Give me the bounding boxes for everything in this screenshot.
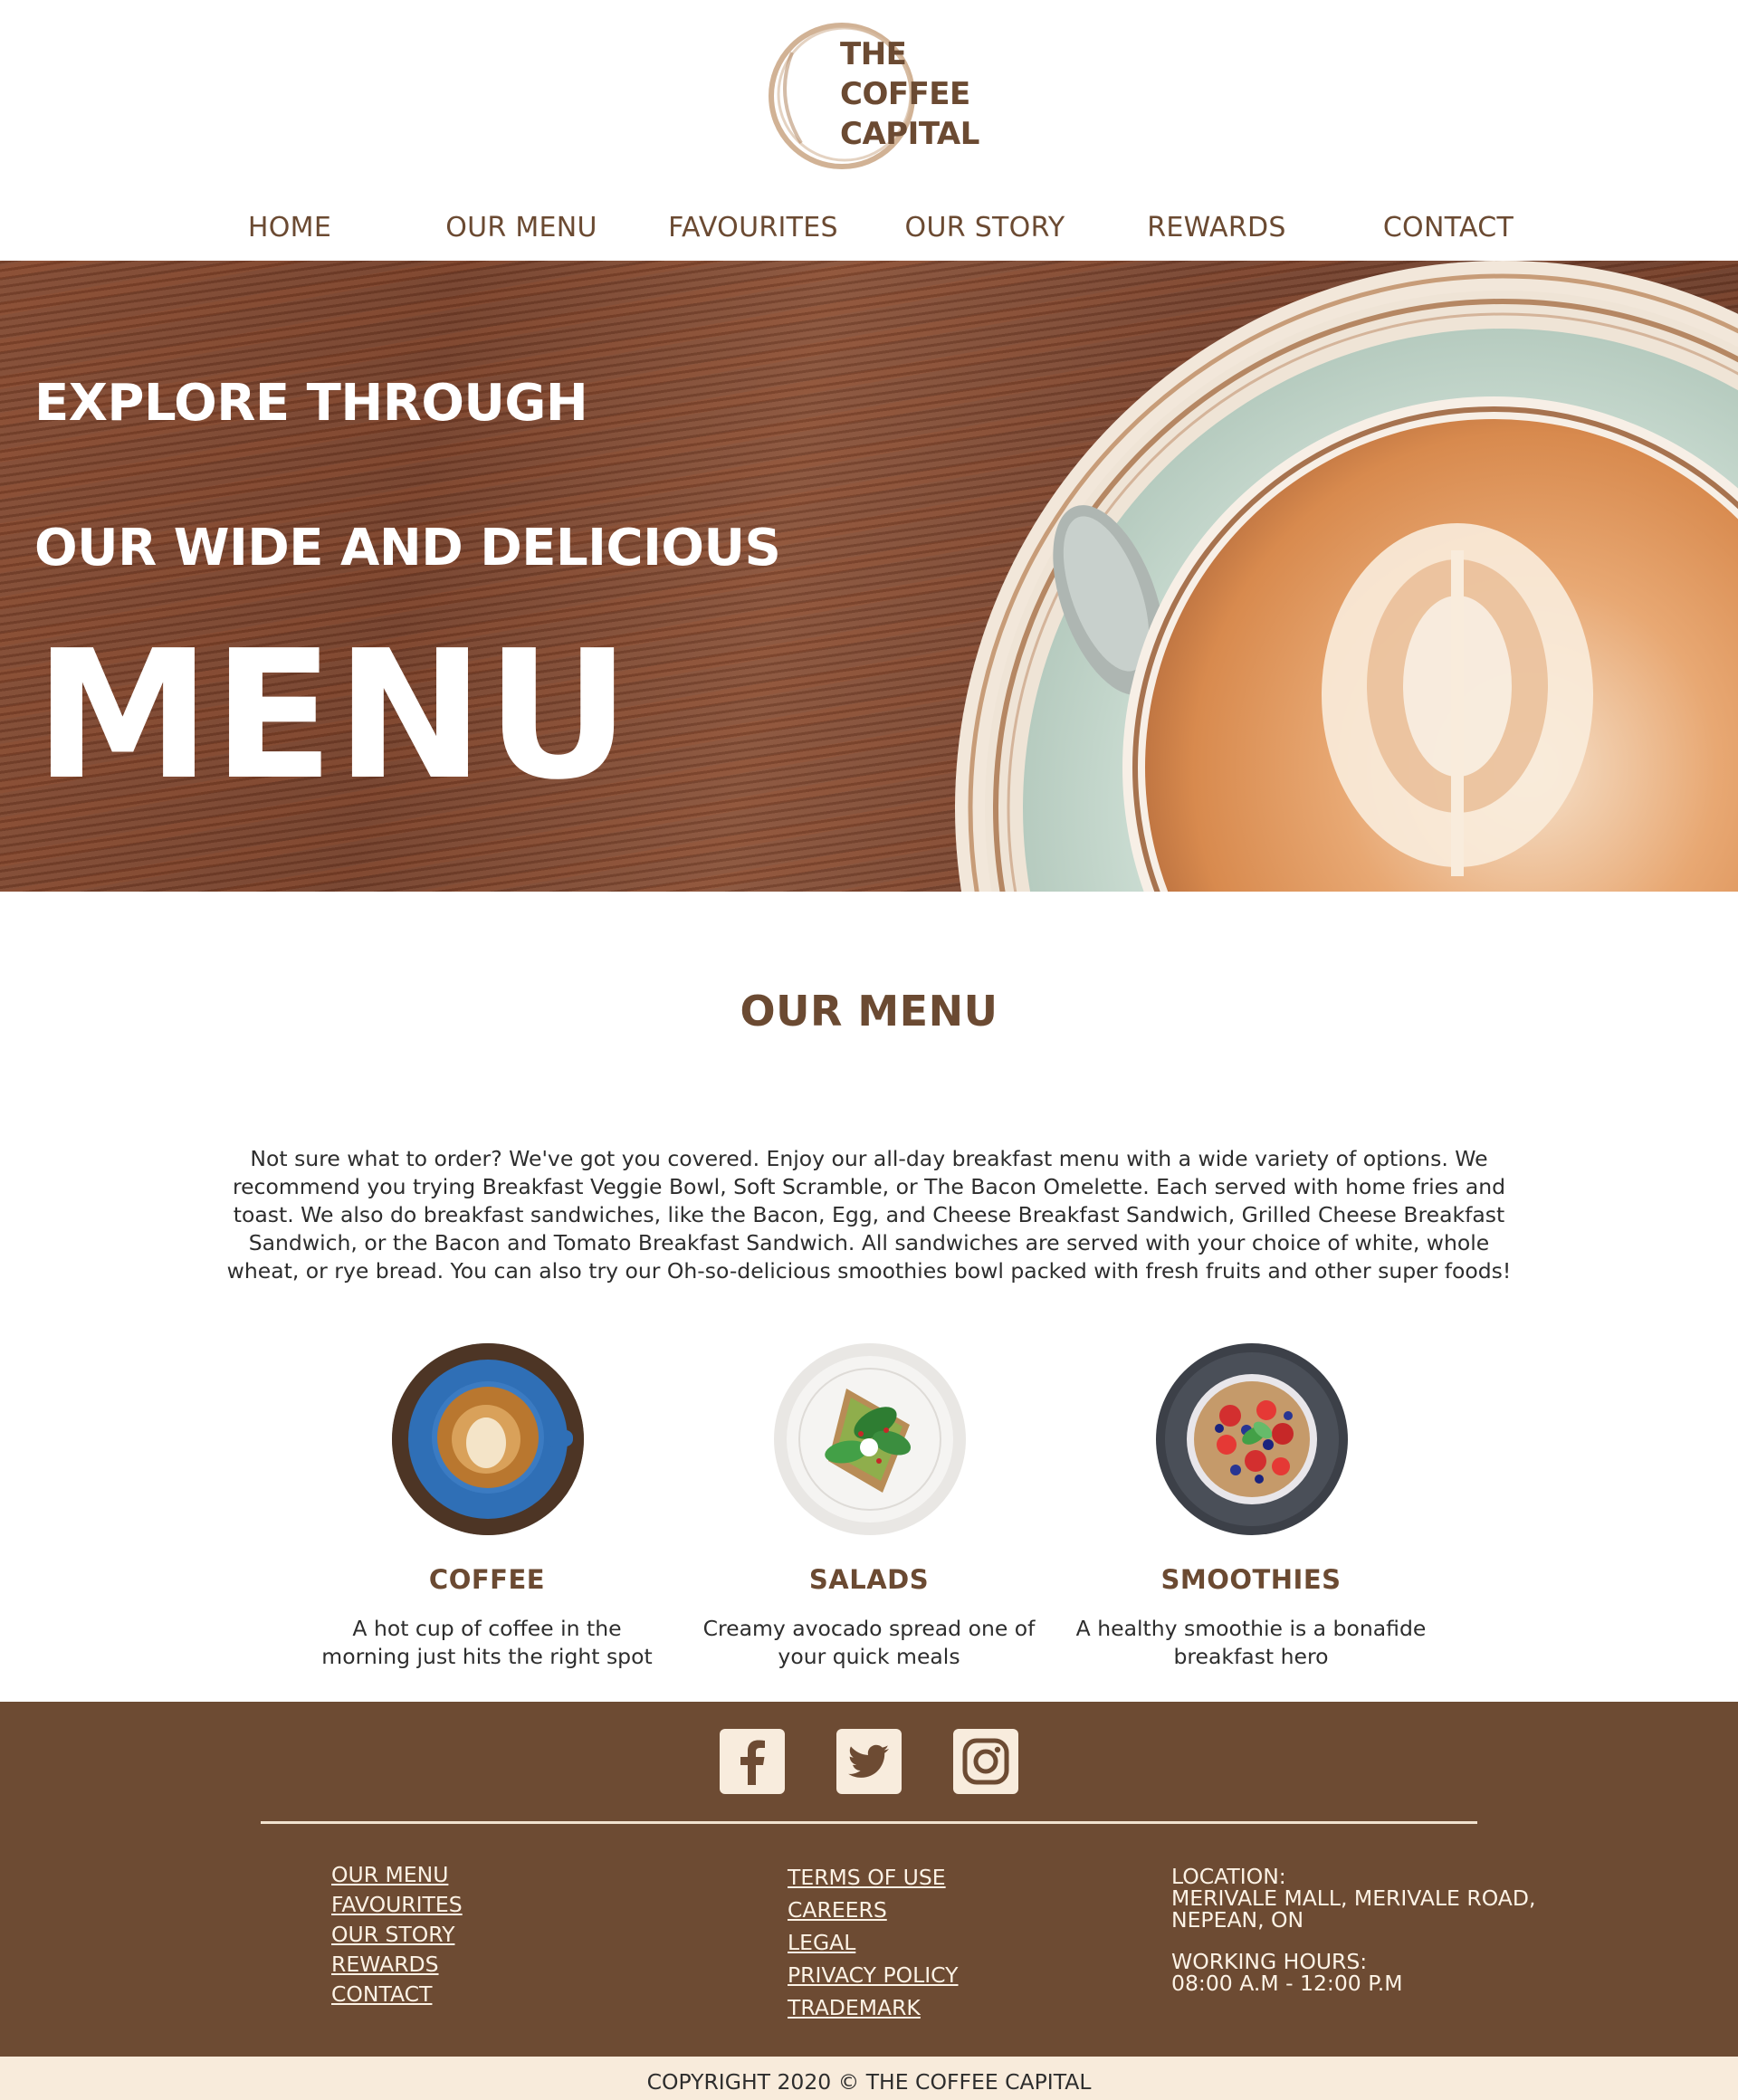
footer-divider [261,1821,1477,1824]
footer-link-careers[interactable]: CAREERS [788,1894,959,1926]
footer-nav-links: OUR MENU FAVOURITES OUR STORY REWARDS CO… [331,1860,463,2009]
hours-value: 08:00 A.M - 12:00 P.M [1171,1971,1403,1996]
card-description: A healthy smoothie is a bonafide breakfa… [1075,1616,1427,1669]
site-footer: OUR MENU FAVOURITES OUR STORY REWARDS CO… [0,1702,1738,2057]
nav-our-story[interactable]: OUR STORY [905,212,1065,243]
twitter-icon[interactable] [836,1729,902,1794]
card-description: Creamy avocado spread one of your quick … [702,1616,1036,1669]
site-header: THE COFFEE CAPITAL HOME OUR MENU FAVOURI… [0,0,1738,261]
footer-link-favourites[interactable]: FAVOURITES [331,1890,463,1920]
nav-rewards[interactable]: REWARDS [1147,212,1285,243]
nav-favourites[interactable]: FAVOURITES [668,212,838,243]
location-address-line1: MERIVALE MALL, MERIVALE ROAD, [1171,1885,1536,1911]
nav-our-menu[interactable]: OUR MENU [445,212,597,243]
coffee-cup-image [392,1343,584,1535]
logo-line: COFFEE [840,76,970,112]
section-title: OUR MENU [740,987,998,1036]
logo-text: THE COFFEE CAPITAL [840,34,979,154]
footer-link-contact[interactable]: CONTACT [331,1980,463,2009]
instagram-icon[interactable] [953,1729,1018,1794]
footer-link-trademark[interactable]: TRADEMARK [788,1991,959,2024]
hero-line-3: MENU [34,613,633,819]
main-nav: HOME OUR MENU FAVOURITES OUR STORY REWAR… [0,205,1738,255]
hero-banner: EXPLORE THROUGH OUR WIDE AND DELICIOUS M… [0,261,1738,892]
footer-link-terms[interactable]: TERMS OF USE [788,1861,959,1894]
footer-link-our-menu[interactable]: OUR MENU [331,1860,463,1890]
nav-contact[interactable]: CONTACT [1383,212,1514,243]
footer-contact-info: LOCATION: MERIVALE MALL, MERIVALE ROAD, … [1171,1866,1535,1994]
nav-home[interactable]: HOME [248,212,331,243]
footer-link-our-story[interactable]: OUR STORY [331,1920,463,1950]
location-label: LOCATION: [1171,1864,1286,1889]
hero-line-1: EXPLORE THROUGH [34,374,588,433]
hero-line-2: OUR WIDE AND DELICIOUS [34,519,781,578]
menu-intro: Not sure what to order? We've got you co… [226,1146,1512,1284]
smoothie-bowl-image [1156,1343,1348,1535]
avocado-toast-image [774,1343,966,1535]
copyright-bar: COPYRIGHT 2020 © THE COFFEE CAPITAL [0,2057,1738,2100]
logo-line: CAPITAL [840,116,979,152]
footer-legal-links: TERMS OF USE CAREERS LEGAL PRIVACY POLIC… [788,1861,959,2024]
location-address-line2: NEPEAN, ON [1171,1907,1304,1933]
card-title: COFFEE [428,1564,546,1595]
logo-line: THE [840,36,907,72]
hours-label: WORKING HOURS: [1171,1949,1368,1974]
card-description: A hot cup of coffee in the morning just … [321,1616,653,1669]
footer-link-legal[interactable]: LEGAL [788,1926,959,1959]
footer-link-privacy[interactable]: PRIVACY POLICY [788,1959,959,1991]
facebook-icon[interactable] [720,1729,785,1794]
card-title: SALADS [808,1564,930,1595]
card-title: SMOOTHIES [1160,1564,1342,1595]
site-logo[interactable]: THE COFFEE CAPITAL [765,16,982,179]
footer-link-rewards[interactable]: REWARDS [331,1950,463,1980]
